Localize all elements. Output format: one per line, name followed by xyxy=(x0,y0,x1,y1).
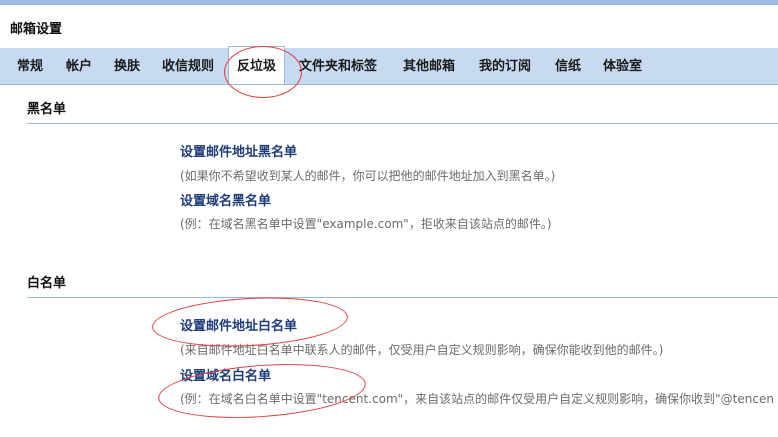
tab-stationery[interactable]: 信纸 xyxy=(555,48,581,84)
set-domain-whitelist-link[interactable]: 设置域名白名单 xyxy=(180,365,271,384)
set-address-blacklist-link[interactable]: 设置邮件地址黑名单 xyxy=(180,141,297,160)
whitelist-section-header: 白名单 xyxy=(27,262,778,298)
tab-mail-rules[interactable]: 收信规则 xyxy=(162,48,214,84)
set-address-whitelist-link[interactable]: 设置邮件地址白名单 xyxy=(180,315,297,334)
blacklist-section-header: 黑名单 xyxy=(27,88,778,124)
page-title: 邮箱设置 xyxy=(10,22,63,37)
tab-my-subscriptions[interactable]: 我的订阅 xyxy=(479,48,531,84)
domain-whitelist-description: (例：在域名白名单中设置"tencent.com"，来自该站点的邮件仅受用户自定… xyxy=(180,392,774,406)
settings-tabbar: 常规 帐户 换肤 收信规则 反垃圾 文件夹和标签 其他邮箱 我的订阅 信纸 体验… xyxy=(0,46,778,85)
tab-folders-labels[interactable]: 文件夹和标签 xyxy=(299,48,377,84)
tab-accounts[interactable]: 帐户 xyxy=(66,48,92,84)
tab-antispam[interactable]: 反垃圾 xyxy=(228,46,286,84)
tab-lab[interactable]: 体验室 xyxy=(603,48,642,84)
tab-general[interactable]: 常规 xyxy=(17,48,43,84)
tab-other-mailboxes[interactable]: 其他邮箱 xyxy=(403,48,455,84)
set-domain-blacklist-link[interactable]: 设置域名黑名单 xyxy=(180,190,271,209)
top-strip xyxy=(0,0,778,5)
domain-blacklist-description: (例：在域名黑名单中设置"example.com"，拒收来自该站点的邮件。) xyxy=(180,217,552,231)
settings-content: 黑名单 设置邮件地址黑名单 (如果你不希望收到某人的邮件，你可以把他的邮件地址加… xyxy=(10,85,778,437)
tab-skin[interactable]: 换肤 xyxy=(114,48,140,84)
address-whitelist-description: (来自邮件地址白名单中联系人的邮件，仅受用户自定义规则影响，确保你能收到他的邮件… xyxy=(180,343,664,357)
address-blacklist-description: (如果你不希望收到某人的邮件，你可以把他的邮件地址加入到黑名单。) xyxy=(180,169,556,183)
